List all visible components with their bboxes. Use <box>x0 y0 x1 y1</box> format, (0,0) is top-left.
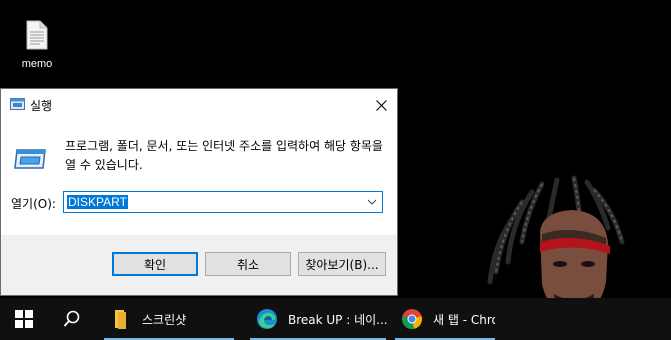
cancel-button[interactable]: 취소 <box>205 252 291 276</box>
desktop-icon-memo[interactable]: memo <box>12 20 62 70</box>
taskbar-item-label: 새 탭 - Chrome <box>433 312 495 327</box>
run-app-icon <box>14 149 46 169</box>
chrome-icon <box>402 309 422 329</box>
close-icon <box>375 99 387 111</box>
browse-button[interactable]: 찾아보기(B)... <box>298 252 386 276</box>
taskbar-item-explorer[interactable]: 스크린샷 <box>104 298 234 340</box>
run-icon <box>10 98 25 110</box>
dialog-title: 실행 <box>30 99 53 113</box>
open-label: 열기(O): <box>11 197 56 211</box>
taskbar: 스크린샷 Break UP : 네이... 새 탭 - Chrome <box>0 298 671 340</box>
close-button[interactable] <box>365 89 397 121</box>
search-button[interactable] <box>50 298 94 340</box>
text-file-icon <box>26 20 48 50</box>
taskbar-item-label: 스크린샷 <box>142 312 187 327</box>
folder-icon <box>115 310 126 329</box>
taskbar-item-chrome[interactable]: 새 탭 - Chrome <box>395 298 495 340</box>
desktop-icon-label: memo <box>21 58 53 70</box>
ok-button[interactable]: 확인 <box>112 252 198 276</box>
start-button[interactable] <box>0 298 48 340</box>
taskbar-item-edge[interactable]: Break UP : 네이... <box>250 298 388 340</box>
chevron-down-icon[interactable] <box>366 196 378 208</box>
taskbar-item-label: Break UP : 네이... <box>288 312 388 327</box>
search-icon <box>63 310 80 327</box>
dialog-content: 프로그램, 폴더, 문서, 또는 인터넷 주소를 입력하여 해당 항목을 열 수… <box>1 121 397 235</box>
open-combobox[interactable]: DISKPART <box>63 191 383 213</box>
dialog-description: 프로그램, 폴더, 문서, 또는 인터넷 주소를 입력하여 해당 항목을 열 수… <box>65 139 383 172</box>
windows-logo-icon <box>15 310 33 328</box>
dialog-titlebar[interactable]: 실행 <box>1 89 397 121</box>
run-dialog: 실행 프로그램, 폴더, 문서, 또는 인터넷 주소를 입력하여 해당 항목을 … <box>0 88 398 296</box>
desktop: memo 실행 프로그램, 폴더, 문서, 또는 인터넷 주소를 입력하여 해당… <box>0 0 671 340</box>
edge-icon <box>257 309 277 329</box>
open-input-value[interactable]: DISKPART <box>67 195 128 209</box>
